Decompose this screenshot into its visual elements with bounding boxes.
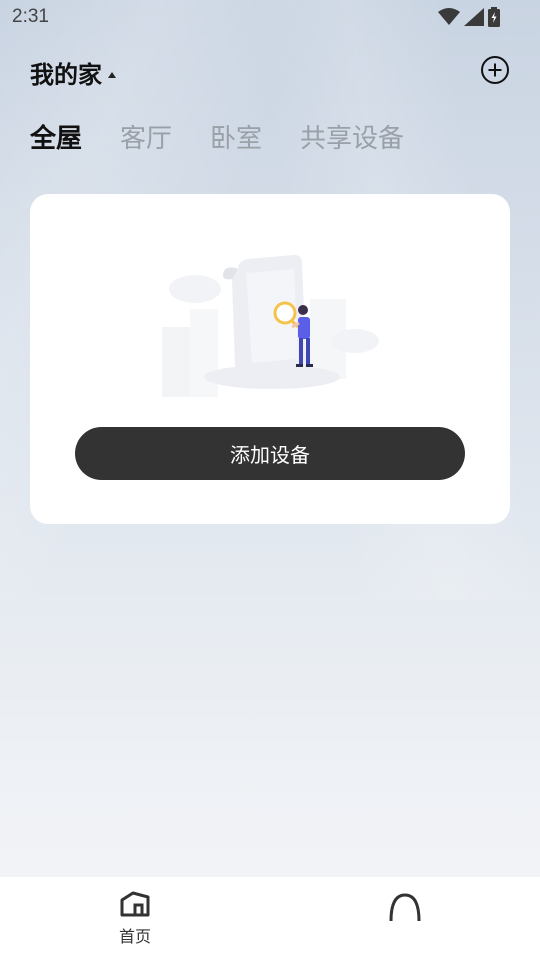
nav-label-home: 首页: [118, 927, 151, 946]
wifi-icon: [438, 8, 460, 25]
home-name: 我的家: [30, 61, 102, 89]
home-selector[interactable]: 我的家: [30, 55, 116, 90]
plus-circle-icon[interactable]: [480, 55, 510, 85]
tab-all-rooms[interactable]: 全屋: [30, 118, 82, 155]
tab-bedroom[interactable]: 卧室: [210, 118, 262, 155]
profile-icon: [389, 893, 421, 922]
status-time: 2:31: [12, 6, 49, 27]
bottom-nav: 首页: [0, 877, 540, 960]
tab-shared-devices[interactable]: 共享设备: [300, 118, 404, 155]
empty-devices-card: 添加设备: [30, 194, 510, 524]
empty-devices-illustration: [162, 255, 379, 397]
battery-icon: [488, 7, 500, 27]
home-icon: [120, 891, 150, 917]
nav-item-profile[interactable]: [365, 891, 445, 933]
nav-item-home[interactable]: 首页: [95, 891, 175, 947]
status-bar: 2:31: [0, 0, 540, 36]
status-icons: [438, 7, 500, 27]
caret-up-icon: [108, 71, 116, 78]
room-tabs: 全屋 客厅 卧室 共享设备: [30, 118, 404, 155]
cellular-signal-icon: [464, 8, 484, 26]
add-device-button[interactable]: 添加设备: [75, 427, 465, 480]
header: 我的家: [30, 55, 510, 91]
tab-living-room[interactable]: 客厅: [120, 118, 172, 155]
